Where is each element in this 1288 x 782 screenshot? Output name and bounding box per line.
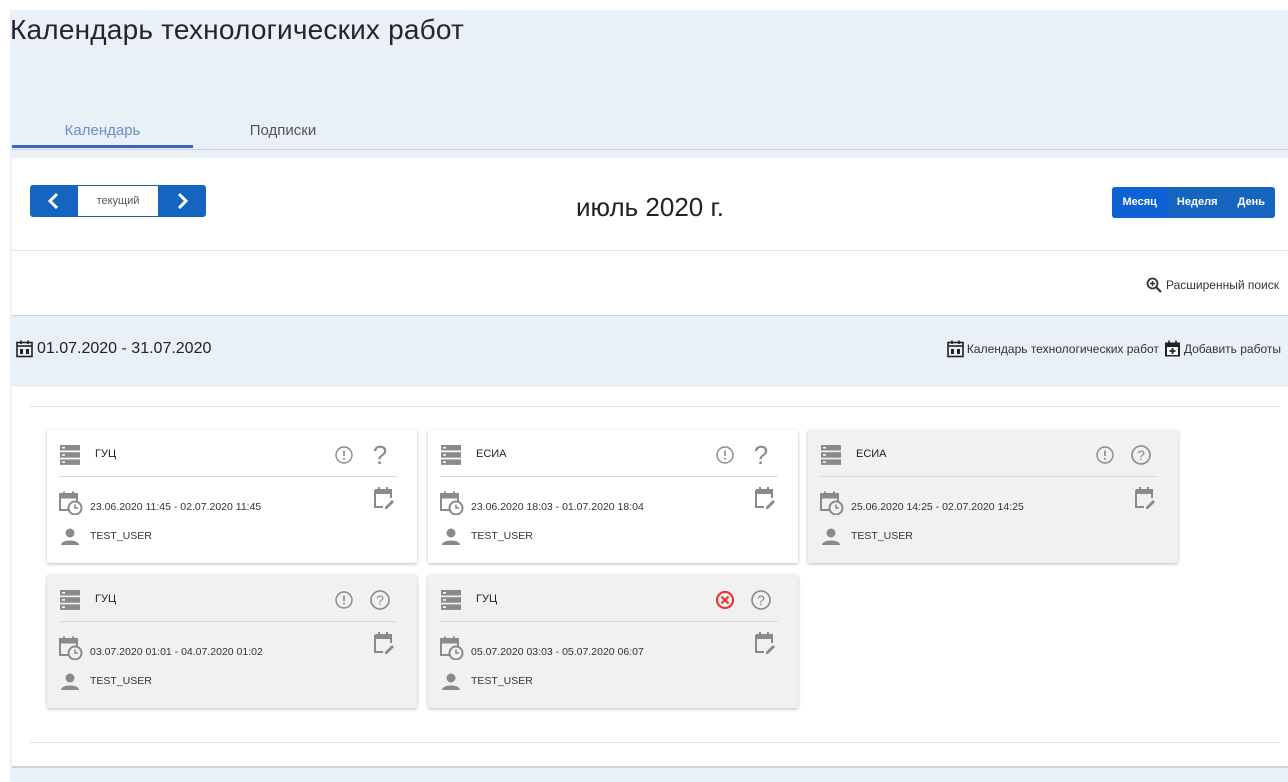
help-icon[interactable]: ? [369,587,391,618]
warning-circle-icon [333,589,355,616]
date-range-label: 01.07.2020 - 31.07.2020 [37,340,212,357]
divider [30,406,1280,407]
work-user: TEST_USER [471,675,533,687]
warning-circle-icon [333,444,355,471]
calendar-clock-icon [820,491,844,520]
edit-calendar-icon[interactable] [754,631,776,660]
add-works-label: Добавить работы [1183,342,1281,356]
system-name: ГУЦ [476,593,498,605]
view-week-button[interactable]: Неделя [1167,187,1228,218]
app-root: Календарь технологических работ Календар… [10,10,1288,782]
server-icon [59,589,81,616]
work-dates: 25.06.2020 14:25 - 02.07.2020 14:25 [851,501,1024,513]
person-icon [820,528,842,551]
card-divider [440,476,778,477]
date-range-bar: 01.07.2020 - 31.07.2020 Календарь технол… [12,316,1288,386]
system-name: ГУЦ [95,448,117,460]
edit-calendar-icon[interactable] [373,631,395,660]
svg-text:?: ? [1137,447,1145,463]
server-icon [59,444,81,471]
work-card[interactable]: ГУЦ ? [428,575,798,708]
help-icon[interactable]: ? [750,587,772,618]
divider [30,742,1280,743]
server-icon [440,589,462,616]
person-icon [59,673,81,696]
system-name: ЕСИА [856,448,887,460]
work-user: TEST_USER [90,530,152,542]
calendar-icon [947,340,964,358]
search-row: Расширенный поиск [12,251,1288,316]
svg-text:?: ? [376,592,384,608]
calendar-clock-icon [59,636,83,665]
svg-text:?: ? [754,442,768,468]
svg-text:?: ? [373,442,387,468]
system-name: ЕСИА [476,448,507,460]
server-icon [440,444,462,471]
calendar-works-label: Календарь технологических работ [966,342,1159,356]
work-user: TEST_USER [471,530,533,542]
work-dates: 05.07.2020 03:03 - 05.07.2020 06:07 [471,646,644,658]
server-icon [820,444,842,471]
calendar-clock-icon [440,636,464,665]
person-icon [59,528,81,551]
period-title: июль 2020 г. [576,192,724,222]
view-day-button[interactable]: День [1228,187,1276,218]
help-icon[interactable]: ? [1130,442,1152,473]
page-title: Календарь технологических работ [10,14,465,45]
work-card[interactable]: ГУЦ ? [47,430,417,563]
work-dates: 03.07.2020 01:01 - 04.07.2020 01:02 [90,646,263,658]
work-card[interactable]: ГУЦ ? [47,575,417,708]
view-switcher: Месяц Неделя День [1112,187,1275,218]
svg-text:?: ? [757,592,765,608]
edit-calendar-icon[interactable] [754,486,776,515]
work-dates: 23.06.2020 18:03 - 01.07.2020 18:04 [471,501,644,513]
work-card[interactable]: ЕСИА ? [808,430,1178,563]
tab-calendar[interactable]: Календарь [12,117,193,148]
calendar-clock-icon [440,491,464,520]
add-works-link[interactable]: Добавить работы [1163,339,1281,359]
view-month-button[interactable]: Месяц [1112,187,1167,218]
edit-calendar-icon[interactable] [1134,486,1156,515]
card-divider [440,621,778,622]
warning-circle-icon [714,444,736,471]
work-card[interactable]: ЕСИА ? [428,430,798,563]
edit-calendar-icon[interactable] [373,486,395,515]
calendar-plus-icon [1164,340,1180,357]
card-divider [820,476,1158,477]
card-divider [59,621,397,622]
person-icon [440,673,462,696]
calendar-clock-icon [59,491,83,520]
tab-bar: Календарь Подписки [12,117,1288,150]
work-user: TEST_USER [851,530,913,542]
date-range: 01.07.2020 - 31.07.2020 [15,339,211,359]
person-icon [440,528,462,551]
tab-subscriptions[interactable]: Подписки [193,117,373,148]
help-icon[interactable]: ? [750,440,772,473]
advanced-search-label: Расширенный поиск [1166,278,1279,292]
calendar-toolbar: текущий июль 2020 г. Месяц Неделя День [12,158,1288,251]
advanced-search-link[interactable]: Расширенный поиск [1146,277,1279,293]
card-divider [59,476,397,477]
calendar-icon [16,340,33,358]
calendar-works-link[interactable]: Календарь технологических работ [946,339,1159,359]
range-actions: Календарь технологических работ Добавить… [946,339,1281,359]
help-icon[interactable]: ? [369,440,391,473]
system-name: ГУЦ [95,593,117,605]
cancel-circle-icon [714,589,736,616]
work-dates: 23.06.2020 11:45 - 02.07.2020 11:45 [90,501,262,513]
work-user: TEST_USER [90,675,152,687]
zoom-in-icon [1146,277,1162,293]
works-content: ГУЦ ? 23.06.2020 11:45 - 02.07.2020 11:4… [12,387,1288,768]
warning-circle-icon [1094,444,1116,471]
